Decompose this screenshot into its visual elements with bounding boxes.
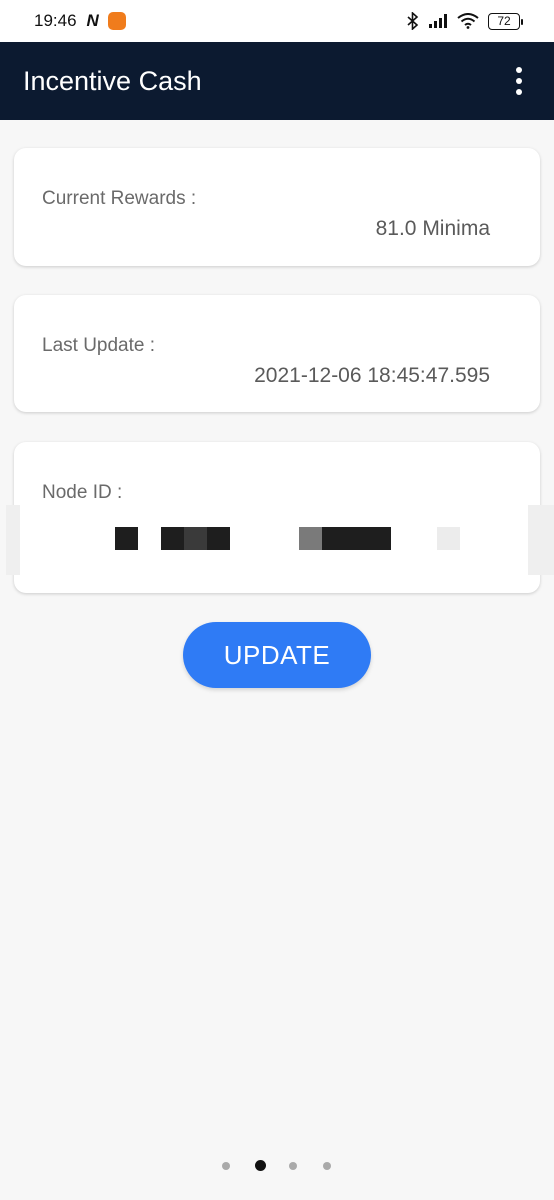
redaction-block: [437, 527, 460, 550]
node-id-label: Node ID :: [42, 482, 123, 503]
left-page-peek: [6, 505, 20, 575]
page-dot-4[interactable]: [323, 1162, 331, 1170]
menu-dot: [516, 78, 522, 84]
redaction-block: [115, 527, 138, 550]
node-id-redacted-value: [115, 527, 475, 550]
status-right: 72: [407, 12, 523, 30]
last-update-label: Last Update :: [42, 335, 156, 356]
right-page-peek: [528, 505, 554, 575]
status-left: 19:46 N: [34, 11, 126, 31]
app-bar: Incentive Cash: [0, 42, 554, 120]
page-dot-2-active[interactable]: [255, 1160, 266, 1171]
page-dot-3[interactable]: [289, 1162, 297, 1170]
redaction-block: [161, 527, 184, 550]
update-button[interactable]: UPDATE: [183, 622, 371, 688]
last-update-card: Last Update : 2021-12-06 18:45:47.595: [14, 295, 540, 412]
current-rewards-label: Current Rewards :: [42, 188, 197, 209]
page-dot-1[interactable]: [222, 1162, 230, 1170]
bluetooth-icon: [407, 12, 419, 30]
menu-dot: [516, 67, 522, 73]
signal-icon: [429, 14, 447, 28]
notification-app-icon: [107, 12, 126, 30]
redaction-block: [299, 527, 322, 550]
overflow-menu-icon[interactable]: [507, 64, 531, 98]
status-time: 19:46: [34, 11, 77, 30]
battery-icon: 72: [488, 12, 523, 30]
page-indicator: [0, 1160, 554, 1172]
app-title: Incentive Cash: [23, 65, 202, 96]
battery-level: 72: [497, 14, 511, 28]
redaction-block: [207, 527, 230, 550]
menu-dot: [516, 89, 522, 95]
wifi-icon: [457, 13, 479, 29]
redaction-block: [322, 527, 391, 550]
current-rewards-card: Current Rewards : 81.0 Minima: [14, 148, 540, 266]
last-update-value: 2021-12-06 18:45:47.595: [254, 364, 490, 387]
app-logo-icon: N: [86, 11, 99, 30]
status-bar: 19:46 N 72: [0, 0, 554, 42]
current-rewards-value: 81.0 Minima: [375, 217, 490, 240]
redaction-block: [184, 527, 207, 550]
node-id-card: Node ID :: [14, 442, 540, 593]
